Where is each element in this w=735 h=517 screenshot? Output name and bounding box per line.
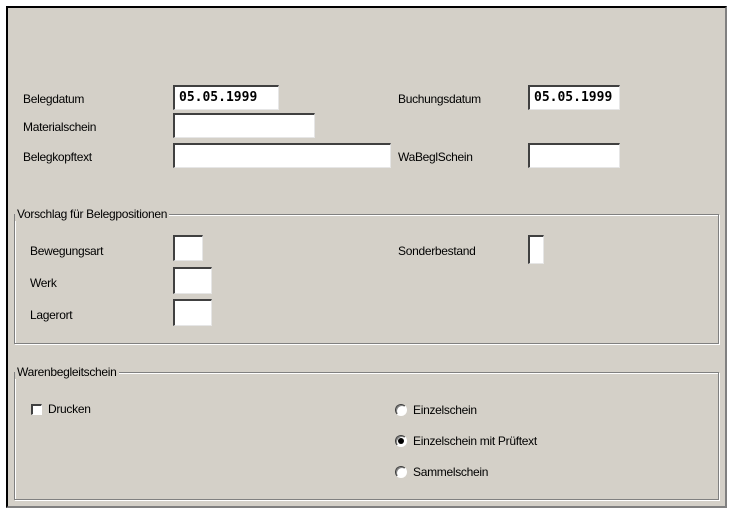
- belegdatum-field[interactable]: 05.05.1999: [173, 85, 279, 110]
- buchungsdatum-field[interactable]: 05.05.1999: [528, 85, 620, 110]
- form-window: Belegdatum 05.05.1999 Buchungsdatum 05.0…: [6, 6, 727, 508]
- warenbegleitschein-group: [14, 372, 719, 500]
- belegkopftext-label: Belegkopftext: [23, 150, 92, 164]
- belegdatum-label: Belegdatum: [23, 92, 85, 106]
- einzelschein-mit-prueftext-radio[interactable]: [395, 435, 407, 447]
- vorschlag-group-title: Vorschlag für Belegpositionen: [15, 207, 170, 221]
- einzelschein-label: Einzelschein: [413, 403, 477, 417]
- materialschein-label: Materialschein: [23, 120, 97, 134]
- materialschein-field[interactable]: [173, 113, 315, 138]
- sammelschein-label: Sammelschein: [413, 465, 489, 479]
- bewegungsart-field[interactable]: [173, 235, 203, 261]
- einzelschein-radio[interactable]: [395, 404, 407, 416]
- werk-field[interactable]: [173, 267, 212, 294]
- wabeglschein-field[interactable]: [528, 143, 620, 168]
- drucken-checkbox[interactable]: [31, 404, 42, 415]
- vorschlag-group: [14, 214, 719, 344]
- sonderbestand-field[interactable]: [528, 235, 544, 264]
- wabeglschein-label: WaBeglSchein: [398, 150, 473, 164]
- drucken-label: Drucken: [48, 402, 91, 416]
- buchungsdatum-label: Buchungsdatum: [398, 92, 481, 106]
- lagerort-label: Lagerort: [30, 308, 73, 322]
- belegkopftext-field[interactable]: [173, 143, 391, 168]
- sonderbestand-label: Sonderbestand: [398, 244, 476, 258]
- werk-label: Werk: [30, 276, 57, 290]
- radio-selected-dot: [398, 438, 404, 444]
- lagerort-field[interactable]: [173, 299, 212, 326]
- warenbegleitschein-group-title: Warenbegleitschein: [15, 365, 119, 379]
- bewegungsart-label: Bewegungsart: [30, 244, 104, 258]
- einzelschein-mit-prueftext-label: Einzelschein mit Prüftext: [413, 434, 537, 448]
- sammelschein-radio[interactable]: [395, 466, 407, 478]
